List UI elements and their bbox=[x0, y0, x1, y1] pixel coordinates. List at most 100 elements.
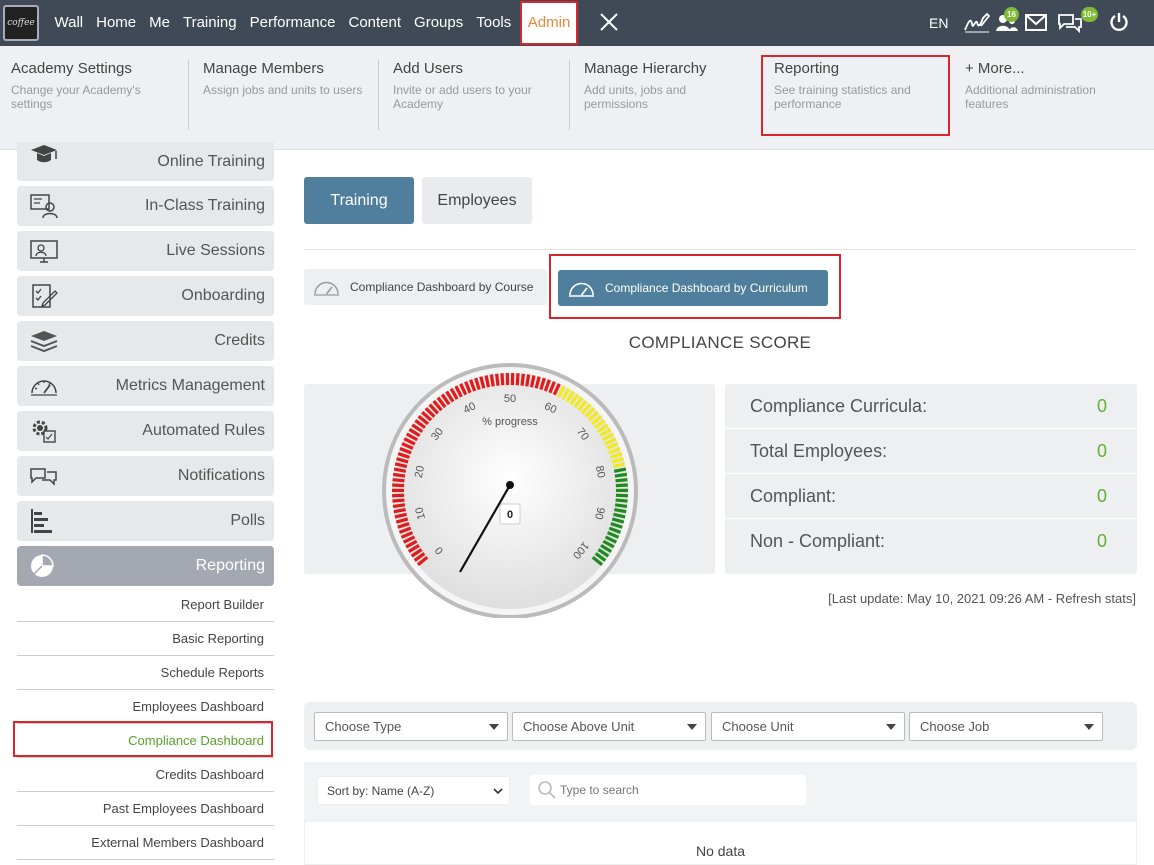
close-icon[interactable] bbox=[598, 11, 620, 33]
stat-label: Non - Compliant: bbox=[750, 531, 886, 551]
power-icon[interactable] bbox=[1109, 12, 1129, 32]
sidebar-item-polls[interactable]: Polls bbox=[17, 501, 274, 541]
sub-item-basic-reporting[interactable]: Basic Reporting bbox=[17, 622, 274, 656]
nav-home[interactable]: Home bbox=[90, 0, 143, 46]
menu-more[interactable]: + More... Additional administration feat… bbox=[965, 60, 1145, 130]
gauge-segment bbox=[500, 373, 505, 386]
sidebar-item-label: Notifications bbox=[177, 467, 265, 484]
gauge-segment bbox=[615, 478, 628, 483]
main-nav: Wall Home Me Training Performance Conten… bbox=[48, 0, 579, 46]
gauge-segment bbox=[392, 498, 405, 503]
tab-dashboard-by-course[interactable]: Compliance Dashboard by Course bbox=[304, 269, 547, 305]
gauge-segment bbox=[392, 503, 406, 508]
gauge-segment bbox=[520, 373, 525, 386]
nav-admin[interactable]: Admin bbox=[519, 1, 579, 45]
menu-manage-members[interactable]: Manage Members Assign jobs and units to … bbox=[188, 60, 368, 130]
highlight-compliance-dashboard bbox=[13, 721, 273, 757]
compliance-gauge: 0102030405060708090100 % progress 0 bbox=[382, 363, 638, 618]
admin-mega-menu: Academy Settings Change your Academy's s… bbox=[0, 46, 1154, 150]
menu-title: Manage Hierarchy bbox=[584, 60, 707, 77]
chevron-down-icon bbox=[493, 788, 503, 795]
bar-chart-icon bbox=[31, 509, 52, 533]
select-value: Choose Job bbox=[920, 719, 990, 734]
sub-item-employees-dashboard[interactable]: Employees Dashboard bbox=[17, 690, 274, 724]
nav-groups[interactable]: Groups bbox=[408, 0, 470, 46]
gauge-segment bbox=[515, 373, 520, 386]
sidebar-item-credits[interactable]: Credits bbox=[17, 321, 274, 361]
menu-manage-hierarchy[interactable]: Manage Hierarchy Add units, jobs and per… bbox=[569, 60, 749, 130]
search-icon bbox=[538, 781, 556, 799]
select-value: Choose Type bbox=[325, 719, 402, 734]
speedometer-icon bbox=[314, 281, 339, 296]
sidebar-item-label: Credits bbox=[214, 332, 265, 349]
menu-academy-settings[interactable]: Academy Settings Change your Academy's s… bbox=[11, 60, 191, 130]
choose-unit-select[interactable]: Choose Unit bbox=[711, 712, 905, 741]
tab-label: Compliance Dashboard by Course bbox=[350, 280, 534, 294]
signature-icon[interactable] bbox=[963, 12, 991, 34]
sidebar-item-notifications[interactable]: Notifications bbox=[17, 456, 274, 496]
search-input[interactable]: Type to search bbox=[530, 775, 806, 805]
last-update-refresh-stats[interactable]: [Last update: May 10, 2021 09:26 AM - Re… bbox=[828, 591, 1136, 606]
tab-training[interactable]: Training bbox=[304, 177, 414, 224]
sub-item-credits-dashboard[interactable]: Credits Dashboard bbox=[17, 758, 274, 792]
sidebar-item-inclass-training[interactable]: In-Class Training bbox=[17, 186, 274, 226]
gauge-segment bbox=[393, 467, 407, 473]
stats-panel: Compliance Curricula: 0 Total Employees: 0… bbox=[725, 384, 1137, 574]
gauge-segment bbox=[614, 503, 628, 508]
gauge-tick-label: 20 bbox=[413, 465, 427, 479]
academy-logo[interactable]: coffee bbox=[3, 5, 39, 41]
chat-count-badge: 10+ bbox=[1081, 7, 1098, 22]
gauge-value: 0 bbox=[507, 509, 513, 521]
chat-bubbles-icon bbox=[30, 468, 57, 486]
sidebar-item-onboarding[interactable]: Onboarding bbox=[17, 276, 274, 316]
no-data-message: No data bbox=[695, 843, 746, 859]
choose-job-select[interactable]: Choose Job bbox=[909, 712, 1103, 741]
nav-training[interactable]: Training bbox=[176, 0, 243, 46]
sidebar-item-online-training[interactable]: Online Training bbox=[17, 142, 274, 181]
gauge-segment bbox=[615, 498, 628, 503]
compliance-score-title: COMPLIANCE SCORE bbox=[628, 333, 812, 352]
choose-above-unit-select[interactable]: Choose Above Unit bbox=[512, 712, 706, 741]
menu-title: + More... bbox=[965, 60, 1025, 77]
graduation-cap-icon bbox=[31, 145, 57, 163]
stat-value: 0 bbox=[1096, 441, 1107, 461]
select-value: Sort by: Name (A-Z) bbox=[327, 784, 435, 798]
sidebar-item-label: Metrics Management bbox=[115, 377, 265, 394]
menu-title: Add Users bbox=[393, 60, 464, 77]
stat-label: Compliant: bbox=[750, 486, 837, 506]
menu-desc: Invite or add users to your Academy bbox=[393, 83, 532, 111]
nav-tools[interactable]: Tools bbox=[470, 0, 518, 46]
gauge-segment bbox=[392, 483, 405, 488]
nav-content[interactable]: Content bbox=[342, 0, 408, 46]
nav-performance[interactable]: Performance bbox=[243, 0, 342, 46]
gauge-tick-label: 50 bbox=[504, 393, 516, 405]
sub-item-past-employees-dashboard[interactable]: Past Employees Dashboard bbox=[17, 792, 274, 826]
language-selector[interactable]: EN bbox=[929, 15, 948, 31]
checklist-icon bbox=[32, 284, 58, 308]
choose-type-select[interactable]: Choose Type bbox=[314, 712, 508, 741]
sub-item-external-members-dashboard[interactable]: External Members Dashboard bbox=[17, 826, 274, 860]
nav-wall[interactable]: Wall bbox=[48, 0, 90, 46]
menu-add-users[interactable]: Add Users Invite or add users to your Ac… bbox=[378, 60, 558, 130]
sub-item-schedule-reports[interactable]: Schedule Reports bbox=[17, 656, 274, 690]
sidebar-item-metrics-management[interactable]: Metrics Management bbox=[17, 366, 274, 406]
divider bbox=[304, 249, 1136, 250]
pie-chart-icon bbox=[31, 554, 54, 577]
menu-title: Manage Members bbox=[203, 60, 324, 77]
classroom-icon bbox=[30, 194, 58, 219]
tab-employees[interactable]: Employees bbox=[422, 177, 532, 224]
gauge-segment bbox=[614, 508, 627, 514]
chat-icon[interactable] bbox=[1058, 13, 1082, 33]
mail-icon[interactable] bbox=[1025, 14, 1047, 31]
sidebar-item-automated-rules[interactable]: Automated Rules bbox=[17, 411, 274, 451]
nav-me[interactable]: Me bbox=[143, 0, 177, 46]
sidebar-item-reporting[interactable]: Reporting bbox=[17, 546, 274, 586]
sub-item-report-builder[interactable]: Report Builder bbox=[17, 588, 274, 622]
sidebar-item-live-sessions[interactable]: Live Sessions bbox=[17, 231, 274, 271]
stat-label: Total Employees: bbox=[750, 441, 888, 461]
gauge-panel: 0 10 20 30 40 50 60 70 80 90 100 % progress 0 bbox=[304, 363, 715, 618]
stat-value: 0 bbox=[1096, 486, 1107, 506]
sort-select[interactable]: Sort by: Name (A-Z) bbox=[317, 776, 510, 805]
gauge-segment bbox=[614, 472, 628, 478]
gauge-segment bbox=[392, 472, 406, 478]
